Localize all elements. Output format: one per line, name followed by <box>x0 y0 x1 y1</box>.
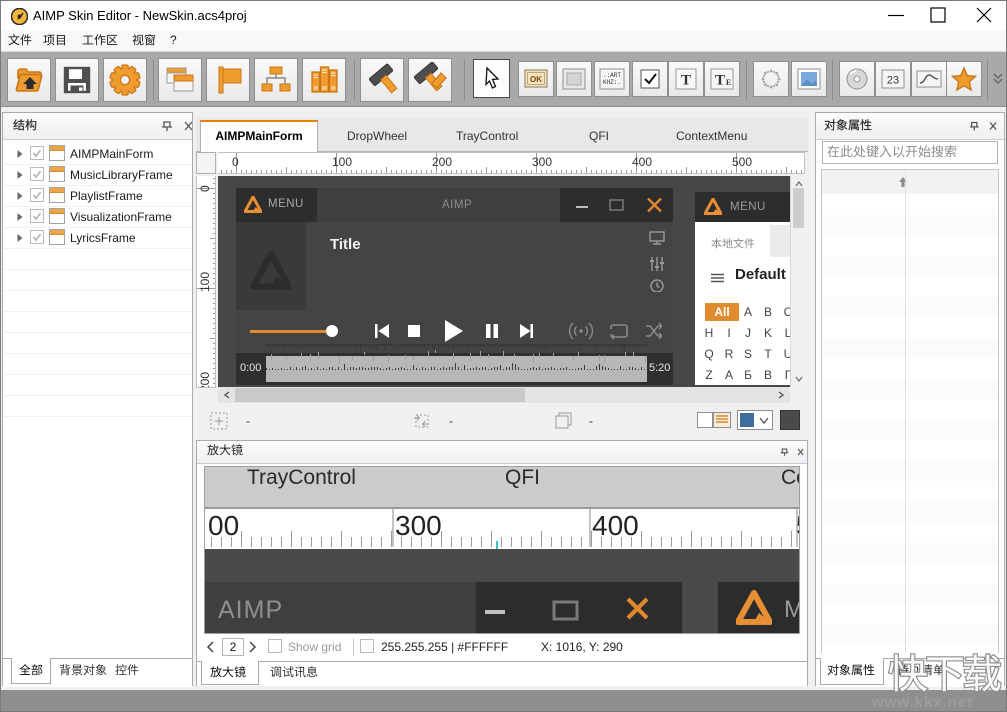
svg-text:300: 300 <box>395 510 442 541</box>
svg-text:0: 0 <box>232 155 239 169</box>
svg-text:200: 200 <box>198 372 212 388</box>
svg-text:100: 100 <box>332 155 352 169</box>
svg-text:500: 500 <box>732 155 752 169</box>
svg-text:KHZ:.: KHZ:. <box>603 79 621 86</box>
svg-text:23: 23 <box>887 75 899 87</box>
svg-text:300: 300 <box>532 155 552 169</box>
svg-text:100: 100 <box>198 272 212 292</box>
svg-text:.:ART: .:ART <box>603 72 621 79</box>
svg-text:400: 400 <box>632 155 652 169</box>
svg-text:E: E <box>726 78 731 87</box>
svg-text:00: 00 <box>208 510 239 541</box>
svg-text:T: T <box>715 73 725 89</box>
svg-text:T: T <box>681 73 691 89</box>
svg-text:200: 200 <box>432 155 452 169</box>
svg-text:400: 400 <box>592 510 639 541</box>
svg-text:OK: OK <box>530 75 542 84</box>
svg-text:5: 5 <box>796 510 800 541</box>
svg-text:0: 0 <box>198 185 212 192</box>
